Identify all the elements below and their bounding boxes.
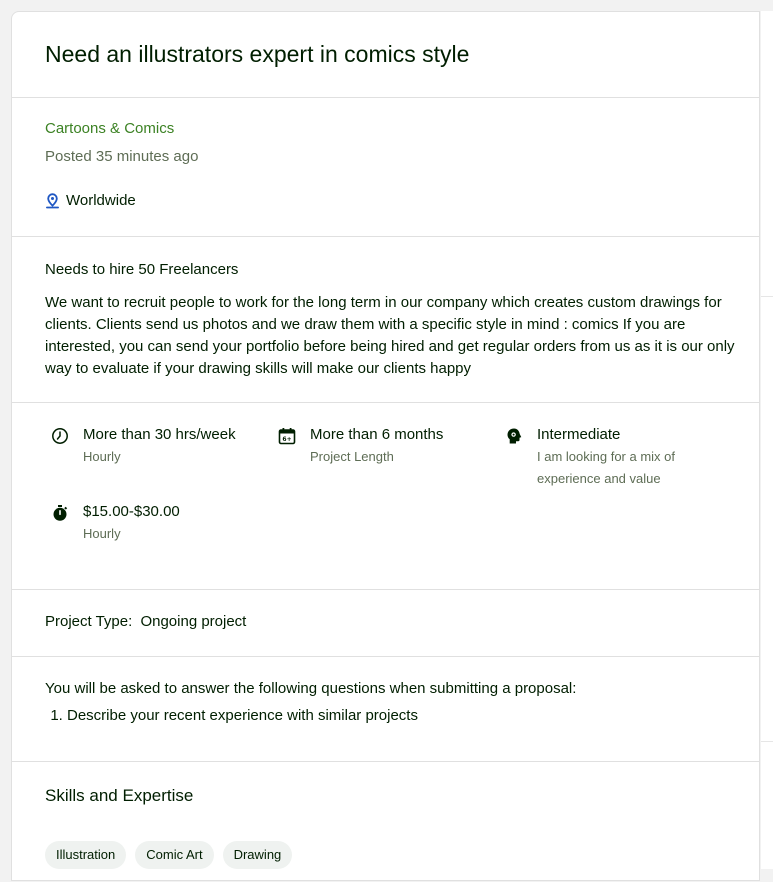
features-section: More than 30 hrs/week Hourly 6+ More tha… — [12, 403, 759, 590]
questions-heading: You will be asked to answer the followin… — [45, 680, 577, 697]
category-link[interactable]: Cartoons & Comics — [45, 120, 174, 137]
workload-label: Hourly — [83, 449, 121, 464]
job-details-card: Need an illustrators expert in comics st… — [11, 11, 760, 881]
workload-value: More than 30 hrs/week — [83, 426, 236, 443]
skills-chips: Illustration Comic Art Drawing — [45, 841, 293, 869]
skill-chip-illustration[interactable]: Illustration — [45, 841, 127, 869]
experience-label: I am looking for a mix of experience and… — [537, 449, 675, 486]
svg-text:6+: 6+ — [282, 436, 291, 443]
question-item: Describe your recent experience with sim… — [67, 707, 418, 724]
skills-section: Skills and Expertise Illustration Comic … — [12, 762, 759, 882]
duration-label: Project Length — [310, 449, 394, 464]
rate-label: Hourly — [83, 526, 121, 541]
calendar-icon: 6+ — [278, 428, 296, 445]
skills-title: Skills and Expertise — [45, 786, 194, 805]
project-type: Project Type: Ongoing project — [45, 613, 246, 630]
project-type-label: Project Type: — [45, 613, 133, 630]
clock-icon — [52, 428, 68, 444]
posted-time: Posted 35 minutes ago — [45, 148, 199, 165]
location-pin-icon — [46, 192, 59, 208]
experience-value: Intermediate — [537, 426, 621, 443]
meta-section: Cartoons & Comics Posted 35 minutes ago … — [12, 98, 759, 237]
description-section: Needs to hire 50 Freelancers We want to … — [12, 237, 759, 403]
title-section: Need an illustrators expert in comics st… — [12, 12, 759, 98]
skill-chip-drawing[interactable]: Drawing — [222, 841, 293, 869]
duration-value: More than 6 months — [310, 426, 444, 443]
job-description: We want to recruit people to work for th… — [45, 294, 735, 377]
feature-experience: Intermediate I am looking for a mix of e… — [505, 424, 705, 490]
head-gear-icon — [507, 428, 522, 444]
feature-duration: 6+ More than 6 months Project Length — [278, 424, 443, 468]
stopwatch-icon — [53, 505, 68, 521]
questions-section: You will be asked to answer the followin… — [12, 657, 759, 762]
job-title: Need an illustrators expert in comics st… — [45, 41, 470, 67]
project-type-value: Ongoing project — [140, 613, 247, 630]
location-text: Worldwide — [66, 192, 136, 209]
questions-list: Describe your recent experience with sim… — [45, 707, 418, 724]
hire-count: Needs to hire 50 Freelancers — [45, 261, 239, 278]
feature-workload: More than 30 hrs/week Hourly — [51, 424, 236, 468]
project-type-section: Project Type: Ongoing project — [12, 590, 759, 657]
feature-rate: $15.00-$30.00 Hourly — [51, 501, 180, 545]
side-panel-divider — [761, 296, 773, 742]
location: Worldwide — [45, 192, 136, 209]
rate-value: $15.00-$30.00 — [83, 503, 180, 520]
skill-chip-comic-art[interactable]: Comic Art — [135, 841, 214, 869]
